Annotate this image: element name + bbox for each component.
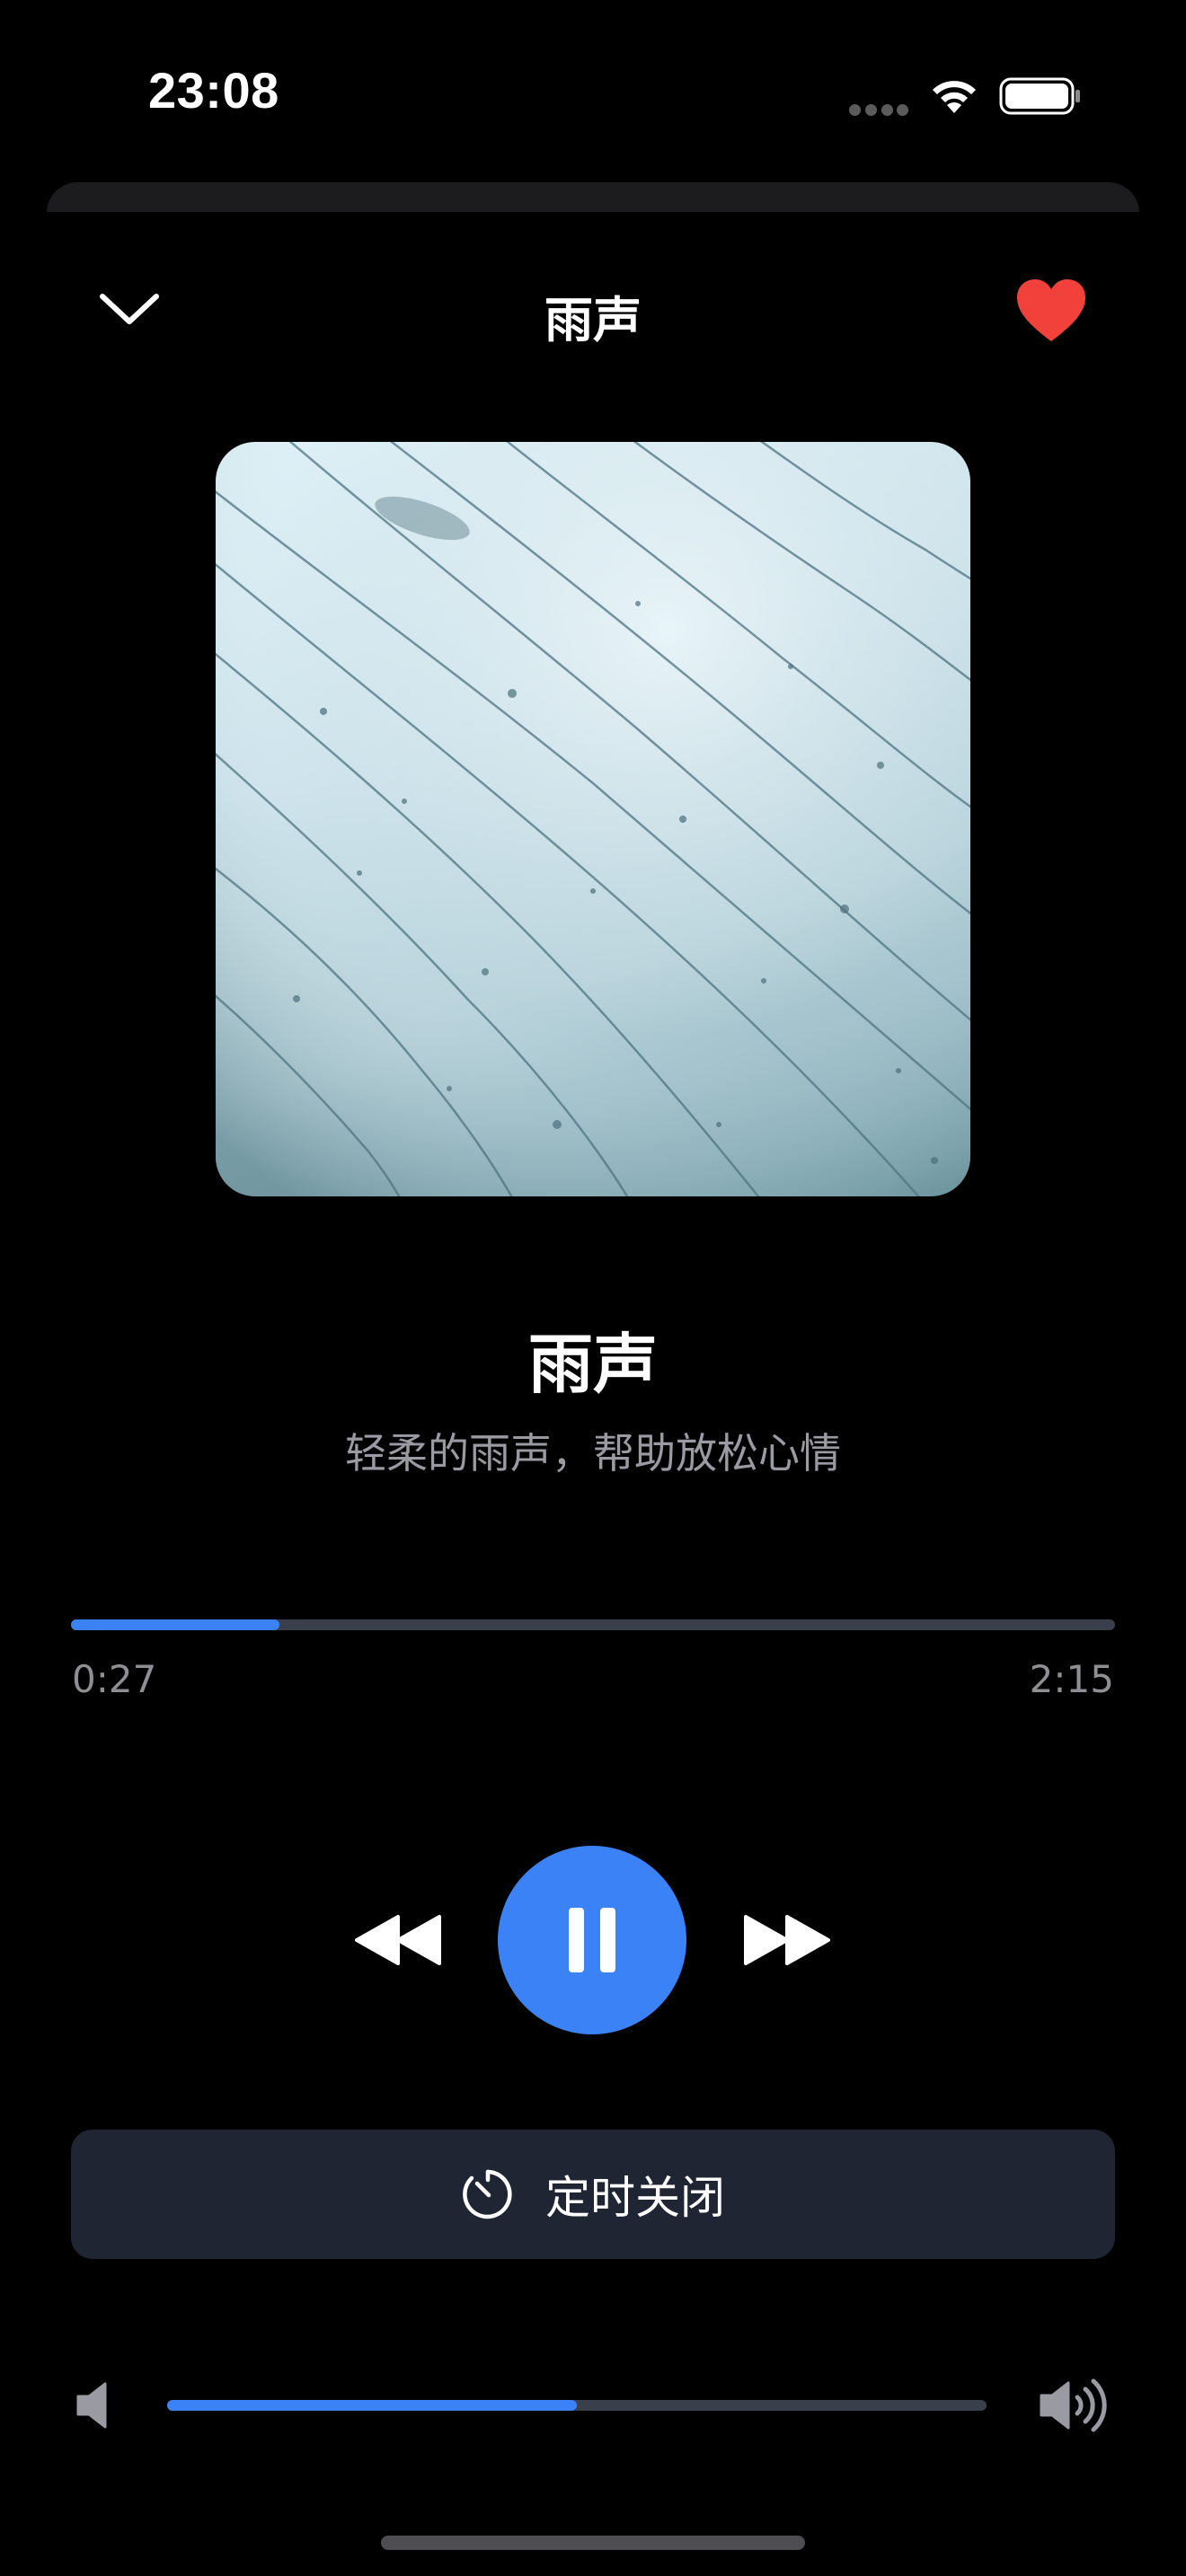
progress-fill <box>71 1619 280 1630</box>
home-indicator[interactable] <box>381 2536 805 2550</box>
volume-slider[interactable] <box>167 2400 987 2411</box>
chevron-down-icon[interactable] <box>97 289 162 329</box>
sleep-timer-button[interactable]: 定时关闭 <box>71 2130 1115 2259</box>
total-time: 2:15 <box>1029 1657 1114 1701</box>
elapsed-time: 0:27 <box>72 1657 157 1701</box>
heart-icon[interactable] <box>1015 278 1087 343</box>
volume-low-icon <box>75 2380 114 2430</box>
track-title: 雨声 <box>527 1327 658 1402</box>
volume-high-icon <box>1038 2376 1110 2435</box>
wifi-icon <box>925 72 983 117</box>
battery-icon <box>999 76 1082 116</box>
page-title: 雨声 <box>544 292 642 348</box>
pause-button[interactable] <box>498 1846 686 2034</box>
rain-artwork <box>216 442 970 1196</box>
timer-icon <box>463 2169 512 2219</box>
status-time: 23:08 <box>148 62 279 119</box>
volume-fill <box>167 2400 577 2411</box>
cellular-signal-icon <box>849 104 908 117</box>
track-subtitle: 轻柔的雨声，帮助放松心情 <box>345 1429 841 1478</box>
progress-slider[interactable] <box>71 1619 1115 1630</box>
fast-forward-icon[interactable] <box>742 1913 832 1967</box>
pause-icon <box>569 1908 615 1972</box>
rewind-icon[interactable] <box>353 1913 443 1967</box>
album-artwork <box>216 442 970 1196</box>
sleep-timer-label: 定时关闭 <box>545 2172 725 2224</box>
